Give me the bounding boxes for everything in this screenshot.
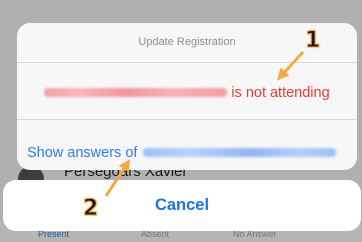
show-answers-option[interactable]: Show answers of (17, 120, 357, 170)
show-answers-label: Show answers of (27, 144, 138, 161)
annotation-marker-1: 1 (304, 28, 321, 54)
annotation-marker-2: 2 (82, 196, 99, 222)
not-attending-label: is not attending (231, 84, 330, 101)
screen: Persegoars Xavier Present Absent No Answ… (0, 0, 362, 242)
not-attending-option[interactable]: is not attending (17, 63, 357, 120)
redacted-member-name (143, 148, 337, 157)
cancel-button[interactable]: Cancel (3, 180, 361, 231)
redacted-member-name (44, 88, 228, 97)
